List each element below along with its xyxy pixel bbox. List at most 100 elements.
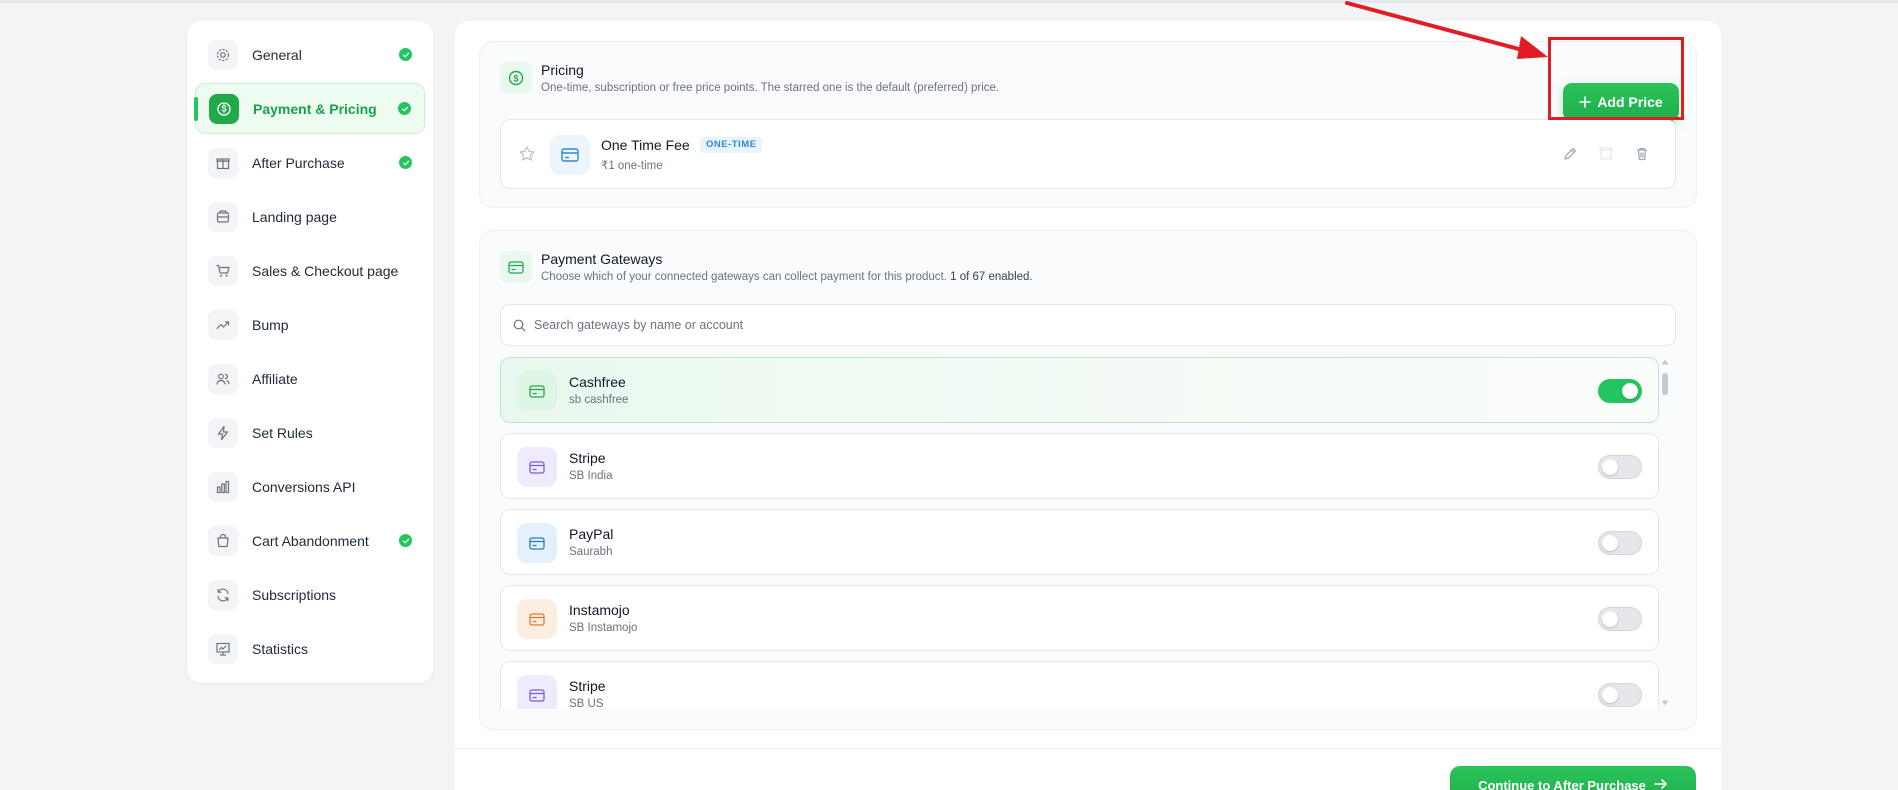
price-detail: ₹1 one-time: [601, 160, 663, 172]
pricing-title: Pricing: [541, 62, 584, 78]
gear-icon: [208, 39, 238, 70]
price-type-badge: ONE-TIME: [700, 137, 763, 153]
gateway-account: sb cashfree: [569, 394, 629, 406]
sidebar-item-label: Landing page: [252, 208, 337, 225]
gateway-name: Instamojo: [569, 602, 630, 618]
card-icon: [517, 447, 557, 487]
check-icon: [399, 534, 412, 547]
sidebar-item-bump[interactable]: Bump: [195, 299, 425, 350]
star-icon[interactable]: [518, 145, 536, 163]
gateway-toggle[interactable]: [1598, 531, 1642, 555]
dollar-icon: [209, 93, 239, 124]
sidebar-item-affiliate[interactable]: Affiliate: [195, 353, 425, 404]
gateway-account: SB India: [569, 470, 613, 482]
pricing-subtitle: One-time, subscription or free price poi…: [541, 82, 1000, 94]
toggle-knob: [1622, 383, 1638, 399]
check-icon: [399, 156, 412, 169]
gateway-list: Cashfree sb cashfree Stripe SB India PayPal S…: [500, 357, 1676, 709]
continue-button[interactable]: Continue to After Purchase: [1450, 766, 1696, 790]
gateway-row[interactable]: Stripe SB India: [500, 433, 1659, 499]
sidebar-item-cart-abandonment[interactable]: Cart Abandonment: [195, 515, 425, 566]
card-icon: [517, 371, 557, 411]
gateway-row[interactable]: Instamojo SB Instamojo: [500, 585, 1659, 651]
sidebar-item-label: Statistics: [252, 640, 309, 657]
dollar-icon: $: [500, 62, 532, 94]
sidebar-item-label: Affiliate: [252, 370, 298, 387]
edit-icon[interactable]: [1562, 146, 1578, 162]
gateway-row[interactable]: Cashfree sb cashfree: [500, 357, 1659, 423]
sidebar-item-payment-pricing[interactable]: Payment & Pricing: [194, 83, 425, 134]
sidebar-item-after-purchase[interactable]: After Purchase: [195, 137, 425, 188]
card-icon: [500, 251, 532, 283]
sidebar-item-label: Subscriptions: [252, 586, 337, 603]
gateways-count: 1 of 67 enabled.: [950, 271, 1033, 283]
sidebar-item-statistics[interactable]: Statistics: [195, 623, 425, 674]
card-icon: [517, 675, 557, 709]
toggle-knob: [1602, 535, 1618, 551]
layout-icon: [208, 201, 238, 232]
svg-text:$: $: [513, 74, 518, 84]
card-icon: [517, 599, 557, 639]
continue-label: Continue to After Purchase: [1478, 778, 1646, 790]
gateways-subtitle-text: Choose which of your connected gateways …: [541, 271, 947, 283]
sidebar-item-label: Cart Abandonment: [252, 532, 369, 549]
gateway-name: Stripe: [569, 678, 606, 694]
gateway-toggle[interactable]: [1598, 607, 1642, 631]
shopping-bag-icon: [208, 525, 238, 556]
scroll-down-icon[interactable]: [1661, 700, 1669, 706]
sidebar-item-label: Bump: [252, 316, 289, 333]
gateways-subtitle: Choose which of your connected gateways …: [541, 271, 1033, 283]
sidebar-item-label: Set Rules: [252, 424, 313, 441]
gateway-row[interactable]: Stripe SB US: [500, 661, 1659, 709]
sidebar-item-subscriptions[interactable]: Subscriptions: [195, 569, 425, 620]
search-icon: [513, 319, 526, 331]
gateway-name: PayPal: [569, 526, 614, 542]
gateways-title: Payment Gateways: [541, 251, 663, 267]
gateway-scrollbar[interactable]: [1659, 357, 1671, 709]
gateway-account: SB Instamojo: [569, 622, 638, 634]
gift-icon: [208, 147, 238, 178]
toggle-knob: [1602, 687, 1618, 703]
gateway-search[interactable]: [500, 304, 1676, 346]
gateway-name: Stripe: [569, 450, 606, 466]
annotation-highlight-box: [1548, 37, 1684, 120]
gateway-row[interactable]: PayPal Saurabh: [500, 509, 1659, 575]
sidebar-item-label: Payment & Pricing: [253, 100, 377, 117]
gateways-section: Payment Gateways Choose which of your co…: [479, 230, 1697, 730]
sidebar: General Payment & Pricing After Purchase La…: [187, 21, 433, 683]
cart-icon: [208, 255, 238, 286]
gateway-toggle[interactable]: [1598, 683, 1642, 707]
trash-icon[interactable]: [1634, 146, 1650, 162]
sidebar-item-general[interactable]: General: [195, 29, 425, 80]
gateway-toggle[interactable]: [1598, 455, 1642, 479]
trending-up-icon: [208, 309, 238, 340]
archive-icon[interactable]: [1598, 146, 1614, 162]
presentation-chart-icon: [208, 633, 238, 664]
main-panel: $ Pricing One-time, subscription or free…: [455, 21, 1721, 790]
sidebar-item-conversions-api[interactable]: Conversions API: [195, 461, 425, 512]
card-icon: [517, 523, 557, 563]
users-icon: [208, 363, 238, 394]
top-bar: [0, 0, 1898, 3]
toggle-knob: [1602, 459, 1618, 475]
price-name: One Time Fee: [601, 137, 690, 153]
check-icon: [398, 102, 411, 115]
sidebar-item-label: After Purchase: [252, 154, 345, 171]
refresh-icon: [208, 579, 238, 610]
price-row[interactable]: One Time Fee ONE-TIME ₹1 one-time: [500, 119, 1676, 189]
sidebar-item-sales-checkout-page[interactable]: Sales & Checkout page: [195, 245, 425, 296]
sidebar-item-landing-page[interactable]: Landing page: [195, 191, 425, 242]
annotation-arrow: [1345, 1, 1548, 59]
card-icon: [550, 135, 590, 175]
scroll-thumb[interactable]: [1662, 373, 1668, 395]
bolt-icon: [208, 417, 238, 448]
scroll-up-icon[interactable]: [1661, 359, 1669, 365]
gateway-name: Cashfree: [569, 374, 626, 390]
gateway-search-input[interactable]: [534, 318, 1634, 332]
gateway-toggle[interactable]: [1598, 379, 1642, 403]
gateway-account: Saurabh: [569, 546, 613, 558]
arrow-right-icon: [1654, 779, 1667, 789]
sidebar-item-label: Conversions API: [252, 478, 356, 495]
gateway-account: SB US: [569, 698, 604, 709]
sidebar-item-set-rules[interactable]: Set Rules: [195, 407, 425, 458]
